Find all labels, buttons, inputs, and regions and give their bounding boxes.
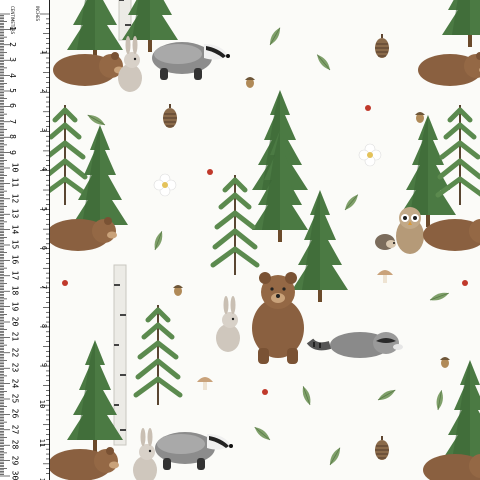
ruler-cm-number: 28	[10, 439, 20, 450]
ruler-cm-number: 20	[10, 316, 20, 327]
ruler-cm-number: 12	[10, 193, 20, 204]
ruler-cm-number: 5	[7, 88, 17, 93]
ruler-cm-number: 21	[10, 332, 20, 342]
woodland-illustration	[50, 0, 480, 480]
ruler-cm-number: 29	[10, 455, 20, 465]
ruler-cm-number: 4	[7, 72, 17, 78]
ruler-inch-number: 11	[37, 439, 46, 448]
ruler-cm-number: 11	[10, 178, 20, 188]
ruler-cm-number: 3	[7, 57, 17, 63]
ruler-inch-number: 10	[37, 399, 46, 409]
ruler-cm-number: 24	[10, 378, 20, 388]
ruler-cm-number: 13	[10, 208, 20, 219]
ruler-cm-number: 18	[10, 285, 20, 296]
ruler-cm-number: 1	[7, 26, 17, 32]
ruler-cm-number: 25	[10, 393, 20, 404]
ruler-cm-number: 22	[10, 347, 20, 358]
ruler-inch-number: 9	[39, 362, 48, 368]
ruler-cm-number: 9	[7, 149, 17, 155]
ruler-inch-number: 1	[39, 50, 48, 55]
ruler-cm-number: 2	[7, 41, 17, 47]
ruler-inch-number: 3	[39, 128, 48, 133]
ruler-cm-number: 10	[10, 162, 20, 173]
ruler-cm-number: 8	[7, 134, 17, 140]
ruler-cm-number: 17	[10, 270, 20, 281]
ruler-cm-number: 14	[10, 224, 20, 234]
fabric-pattern: CENTIMETERS INCHES 1 2 3 4 5 6 7 8 9 10 11 12 13 14 15…	[0, 0, 480, 480]
ruler-inch-number: 5	[39, 206, 48, 211]
ruler-cm-number: 30	[10, 470, 20, 480]
ruler: CENTIMETERS INCHES 1 2 3 4 5 6 7 8 9 10 11 12 13 14 15…	[0, 0, 50, 480]
ruler-cm-number: 26	[10, 409, 20, 419]
ruler-cm-number: 7	[7, 118, 17, 124]
ruler-cm-number: 27	[10, 424, 20, 435]
ruler-cm-number: 19	[10, 301, 20, 311]
ruler-unit-in: INCHES	[35, 6, 40, 22]
ruler-cm-number: 16	[10, 255, 20, 265]
ruler-cm-number: 15	[10, 239, 20, 250]
ruler-cm-number: 23	[10, 362, 20, 373]
ruler-inch-number: 6	[39, 245, 48, 250]
ruler-inch-number: 7	[39, 284, 48, 289]
ruler-inch-number: 2	[39, 89, 48, 94]
ruler-inch-number: 4	[39, 167, 48, 172]
ruler-cm-number: 6	[7, 103, 17, 109]
ruler-inch-number: 8	[39, 323, 48, 329]
